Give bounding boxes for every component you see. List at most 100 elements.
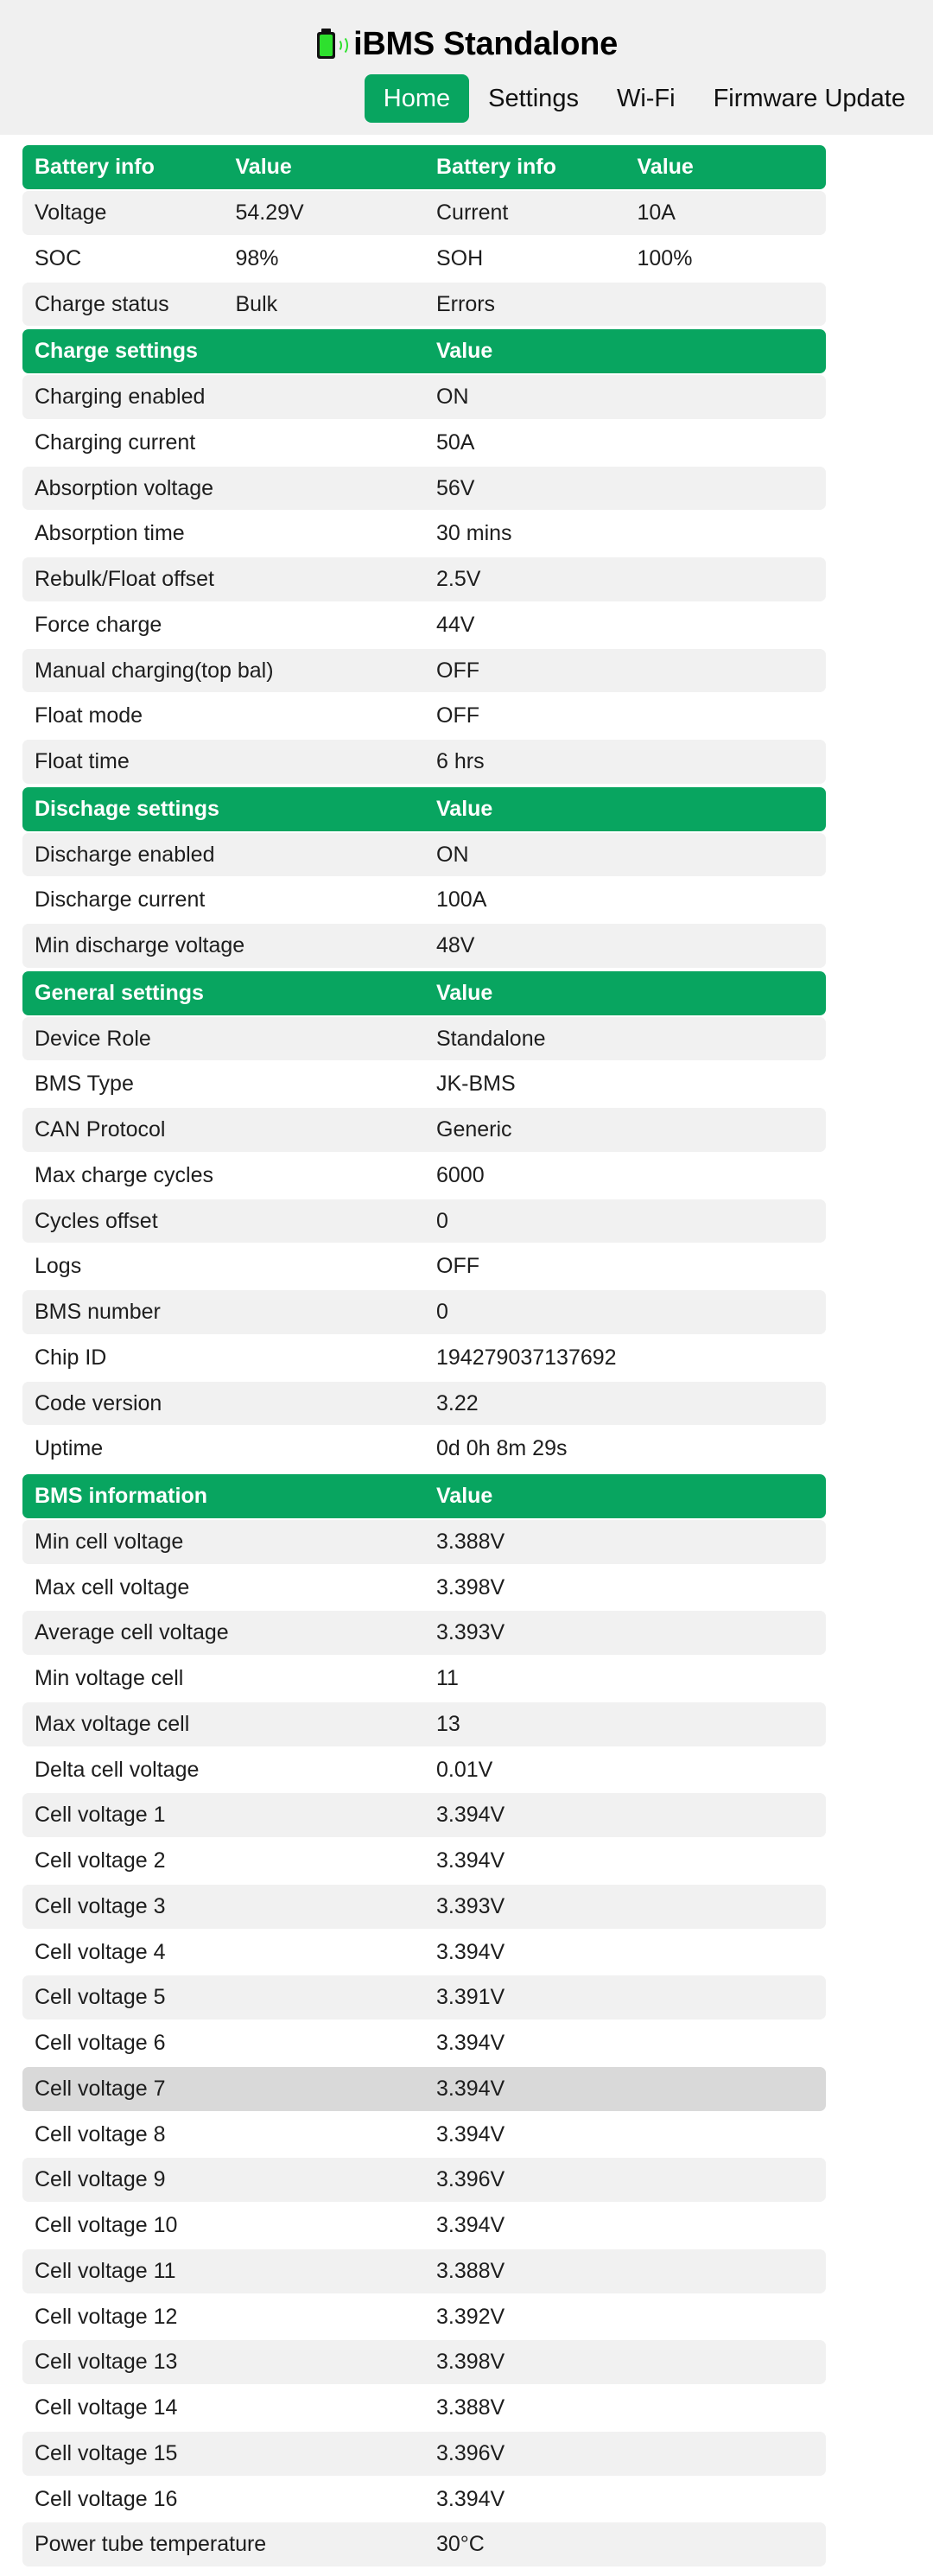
charge-settings-table: Charge settings Value Charging enabled ON Ch… xyxy=(22,328,826,786)
row-label: Device Role xyxy=(22,1016,424,1061)
nav-tab-firmware-update[interactable]: Firmware Update xyxy=(695,74,924,123)
row-label: Voltage xyxy=(22,191,224,235)
row-label: Absorption voltage xyxy=(22,466,424,511)
table-row: Cell voltage 5 3.391V xyxy=(22,1975,826,2020)
row-label: Cell voltage 12 xyxy=(22,2294,424,2339)
table-row: Delta cell voltage 0.01V xyxy=(22,1747,826,1792)
table-row: Discharge current 100A xyxy=(22,878,826,923)
row-value: 3.396V xyxy=(424,2158,826,2203)
column-header-battery-info-right: Battery info xyxy=(424,145,625,190)
row-label: Charging enabled xyxy=(22,375,424,419)
row-value: JK-BMS xyxy=(424,1062,826,1107)
row-value: 3.394V xyxy=(424,1839,826,1883)
row-value: ON xyxy=(424,375,826,419)
table-row: Cell voltage 9 3.396V xyxy=(22,2158,826,2203)
row-value: 56V xyxy=(424,466,826,511)
discharge-settings-table: Dischage settings Value Discharge enabled O… xyxy=(22,786,826,970)
column-header-section: Dischage settings xyxy=(22,786,424,831)
row-label: SOC xyxy=(22,236,224,281)
table-row: Device Role Standalone xyxy=(22,1016,826,1061)
table-row: Max charge cycles 6000 xyxy=(22,1153,826,1198)
battery-signal-icon xyxy=(315,27,349,61)
row-label: Cell voltage 7 xyxy=(22,2066,424,2111)
column-header-value: Value xyxy=(424,329,826,374)
row-label: Cell voltage 4 xyxy=(22,1930,424,1975)
table-row: Cell voltage 14 3.388V xyxy=(22,2386,826,2430)
nav-tab-wifi[interactable]: Wi-Fi xyxy=(598,74,695,123)
table-row: Cell voltage 4 3.394V xyxy=(22,1930,826,1975)
table-row: Cell voltage 16 3.394V xyxy=(22,2477,826,2522)
table-row: Cell voltage 7 3.394V xyxy=(22,2066,826,2111)
row-value: 50A xyxy=(424,420,826,465)
column-header-value: Value xyxy=(424,1474,826,1518)
table-row: Voltage 54.29V Current 10A xyxy=(22,191,826,235)
row-value: Standalone xyxy=(424,1016,826,1061)
general-settings-table: General settings Value Device Role Standalo… xyxy=(22,970,826,1472)
table-row: Cell voltage 10 3.394V xyxy=(22,2204,826,2248)
table-row: Min voltage cell 11 xyxy=(22,1657,826,1701)
row-value: 48V xyxy=(424,924,826,968)
table-row: Cell voltage 3 3.393V xyxy=(22,1884,826,1929)
table-row: Chip ID 194279037137692 xyxy=(22,1335,826,1380)
row-label: Cell voltage 5 xyxy=(22,1975,424,2020)
table-row: Charge status Bulk Errors xyxy=(22,282,826,327)
content-area: Battery info Value Battery info Value Vo… xyxy=(0,135,933,2569)
row-value: 3.392V xyxy=(424,2294,826,2339)
nav-tab-home[interactable]: Home xyxy=(364,74,470,124)
row-value: 6000 xyxy=(424,1153,826,1198)
row-label: Rebulk/Float offset xyxy=(22,557,424,601)
table-row: Logs OFF xyxy=(22,1244,826,1289)
table-row: Min discharge voltage 48V xyxy=(22,924,826,968)
row-value: 2.5V xyxy=(424,557,826,601)
row-value: OFF xyxy=(424,1244,826,1289)
row-label: Max voltage cell xyxy=(22,1701,424,1746)
row-label: Logs xyxy=(22,1244,424,1289)
row-label: Cell voltage 9 xyxy=(22,2158,424,2203)
row-value: 100% xyxy=(625,236,826,281)
row-label: Current xyxy=(424,191,625,235)
nav-tab-settings[interactable]: Settings xyxy=(469,74,598,123)
row-label: Cell voltage 2 xyxy=(22,1839,424,1883)
row-label: Force charge xyxy=(22,602,424,647)
row-value: 3.398V xyxy=(424,2340,826,2385)
row-value: 0 xyxy=(424,1290,826,1334)
main-navigation: Home Settings Wi-Fi Firmware Update xyxy=(0,69,933,135)
row-label: Float time xyxy=(22,740,424,784)
table-row: Uptime 0d 0h 8m 29s xyxy=(22,1427,826,1472)
row-label: Cell voltage 11 xyxy=(22,2248,424,2293)
row-value: Bulk xyxy=(223,282,424,327)
row-label: Max cell voltage xyxy=(22,1565,424,1610)
row-label: CAN Protocol xyxy=(22,1108,424,1152)
row-value: 3.394V xyxy=(424,1793,826,1838)
row-value: 0d 0h 8m 29s xyxy=(424,1427,826,1472)
table-row: Force charge 44V xyxy=(22,602,826,647)
row-label: Cell voltage 15 xyxy=(22,2431,424,2476)
row-label: SOH xyxy=(424,236,625,281)
row-label: Discharge enabled xyxy=(22,832,424,877)
battery-info-table: Battery info Value Battery info Value Vo… xyxy=(22,143,826,328)
table-row: Max cell voltage 3.398V xyxy=(22,1565,826,1610)
title-row: iBMS Standalone xyxy=(0,19,933,69)
row-label: Cell voltage 8 xyxy=(22,2112,424,2157)
row-value: 3.388V xyxy=(424,2386,826,2430)
table-header-row: General settings Value xyxy=(22,970,826,1015)
column-header-value: Value xyxy=(424,970,826,1015)
row-label: Cell voltage 14 xyxy=(22,2386,424,2430)
row-value: 0.01V xyxy=(424,1747,826,1792)
column-header-section: General settings xyxy=(22,970,424,1015)
row-value: OFF xyxy=(424,648,826,693)
row-label: Power tube temperature xyxy=(22,2522,424,2567)
general-settings-body: General settings Value Device Role Standalo… xyxy=(22,970,826,1472)
row-value: 54.29V xyxy=(223,191,424,235)
row-value xyxy=(625,282,826,327)
row-value: 3.394V xyxy=(424,2021,826,2065)
table-row: BMS number 0 xyxy=(22,1290,826,1334)
row-value: OFF xyxy=(424,694,826,739)
row-value: 3.388V xyxy=(424,2248,826,2293)
row-value: 3.391V xyxy=(424,1975,826,2020)
table-header-row: Dischage settings Value xyxy=(22,786,826,831)
table-row: BMS Type JK-BMS xyxy=(22,1062,826,1107)
row-label: Errors xyxy=(424,282,625,327)
row-label: Chip ID xyxy=(22,1335,424,1380)
row-label: Min discharge voltage xyxy=(22,924,424,968)
